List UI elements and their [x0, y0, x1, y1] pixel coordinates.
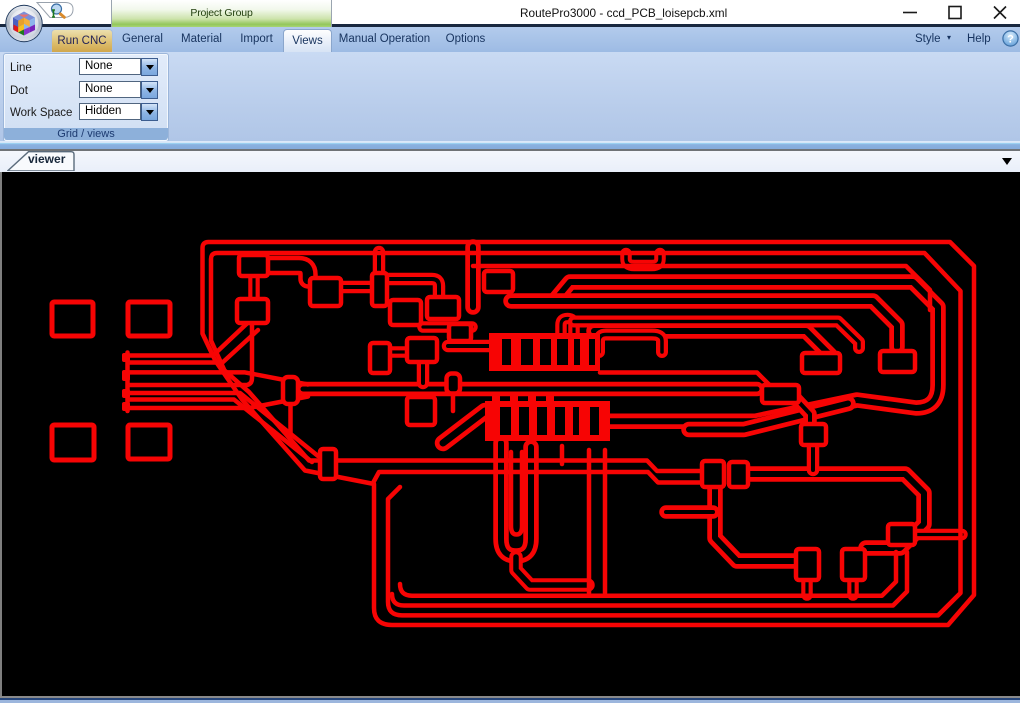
svg-text:?: ? [1007, 34, 1014, 46]
